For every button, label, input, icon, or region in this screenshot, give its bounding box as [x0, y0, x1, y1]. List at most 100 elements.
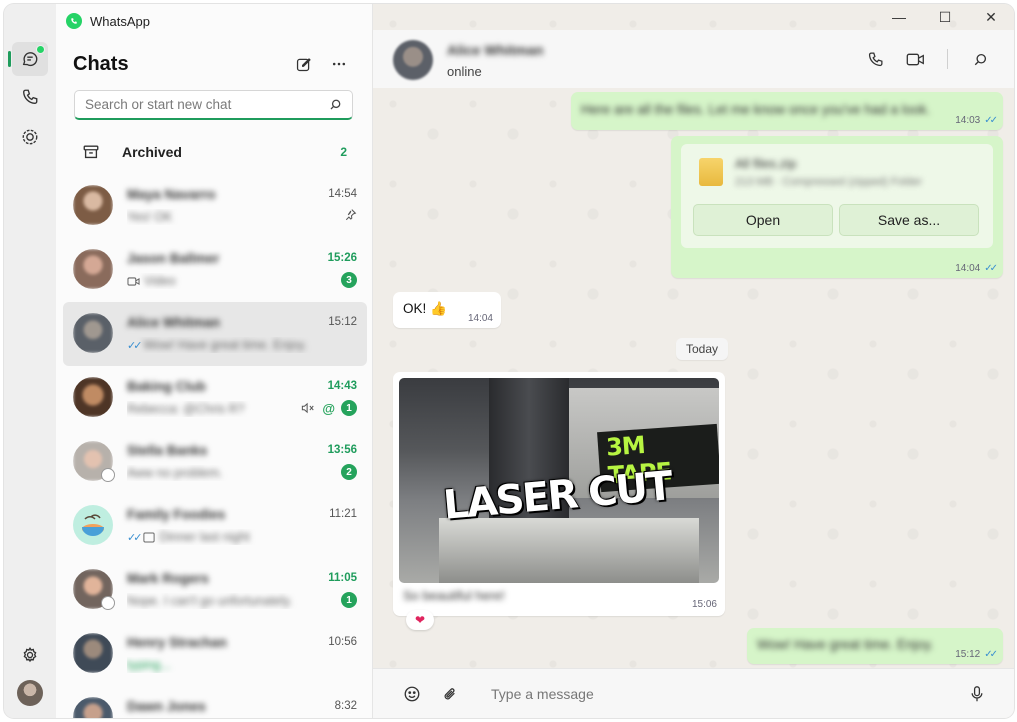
gear-icon: [23, 647, 37, 663]
video-call-button[interactable]: [899, 44, 931, 74]
chat-time: 15:12: [328, 316, 357, 328]
outgoing-file-message: All files.zip 213 MB · Compressed (zippe…: [671, 136, 1003, 278]
conversation-panel: — ☐ ✕ Alice Whitman online Here are all …: [373, 4, 1014, 718]
contact-avatar[interactable]: [393, 40, 433, 80]
chat-sidebar: WhatsApp Chats Archived 2 Maya Navarro: [56, 4, 373, 718]
chat-list-item[interactable]: Maya Navarro Yes! OK 14:54: [63, 174, 367, 238]
status-ring-icon: [101, 596, 115, 610]
chat-name: Baking Club: [127, 379, 206, 394]
avatar: [73, 313, 113, 353]
photo-attachment[interactable]: 3M TAPE LASER CUT: [399, 378, 719, 583]
rail-status-button[interactable]: [12, 120, 48, 154]
minimize-button[interactable]: —: [876, 4, 922, 30]
zip-folder-icon: [699, 158, 723, 186]
archived-row[interactable]: Archived 2: [74, 135, 357, 169]
video-camera-icon: [906, 53, 924, 65]
search-chat-button[interactable]: [964, 44, 996, 74]
avatar: [73, 505, 113, 545]
close-button[interactable]: ✕: [968, 4, 1014, 30]
outgoing-message[interactable]: Wow! Have great time. Enjoy. 15:12 ✓✓: [747, 628, 1003, 664]
unread-badge: 2: [341, 464, 357, 480]
heart-reaction[interactable]: ❤: [406, 610, 434, 630]
chat-meta: @ 1: [301, 400, 357, 416]
chat-meta: 2: [341, 464, 357, 480]
message-time: 15:06: [691, 599, 717, 610]
chat-name: Jason Ballmer: [127, 251, 220, 266]
more-options-button[interactable]: [323, 50, 355, 78]
nav-rail: [4, 4, 56, 718]
voice-call-button[interactable]: [859, 44, 891, 74]
microphone-icon: [971, 686, 983, 702]
chat-list-item[interactable]: Family Foodies ✓✓ Dinner last night 11:2…: [63, 494, 367, 558]
mention-indicator: @: [322, 400, 335, 416]
chat-list-item[interactable]: Baking Club Rebecca: @Chris R? 14:43 @ 1: [63, 366, 367, 430]
outgoing-message[interactable]: Here are all the files. Let me know once…: [571, 92, 1003, 130]
new-chat-button[interactable]: [287, 50, 319, 78]
chat-preview: typing...: [127, 657, 327, 673]
chat-preview: ✓✓ Wow! Have great time. Enjoy.: [127, 337, 327, 353]
chat-time: 13:56: [327, 444, 357, 456]
chat-time: 10:56: [328, 636, 357, 648]
chat-name: Family Foodies: [127, 507, 226, 522]
incoming-message[interactable]: OK! 👍 14:04: [393, 292, 501, 328]
photo-caption: So beautiful here!: [403, 588, 505, 603]
contact-name[interactable]: Alice Whitman: [447, 42, 543, 58]
archived-label: Archived: [122, 144, 182, 160]
chat-preview: Rebecca: @Chris R?: [127, 401, 277, 417]
message-time-text: 15:12: [955, 649, 981, 660]
whatsapp-logo-icon: [66, 13, 82, 29]
search-input[interactable]: [85, 97, 329, 112]
chat-list-item[interactable]: Jason Ballmer Video 15:26 3: [63, 238, 367, 302]
window-controls: — ☐ ✕: [876, 4, 1014, 30]
save-as-button[interactable]: Save as...: [839, 204, 979, 236]
file-card: All files.zip 213 MB · Compressed (zippe…: [681, 144, 993, 248]
file-name: All files.zip: [735, 156, 797, 171]
chat-preview-text: Yes! OK: [127, 210, 173, 224]
video-icon: [127, 276, 140, 286]
emoji-button[interactable]: [399, 681, 425, 707]
profile-avatar[interactable]: [17, 680, 43, 706]
header-actions: [859, 44, 996, 74]
chat-list-item[interactable]: Mark Rogers Nope. I can't go unfortunate…: [63, 558, 367, 622]
open-file-button[interactable]: Open: [693, 204, 833, 236]
attach-button[interactable]: [437, 681, 463, 707]
chat-preview-text: Aww no problem.: [127, 466, 223, 480]
search-icon[interactable]: [329, 98, 342, 111]
rail-calls-button[interactable]: [12, 80, 48, 114]
date-divider: Today: [676, 338, 728, 360]
chat-name: Alice Whitman: [127, 315, 221, 330]
message-text: Wow! Have great time. Enjoy.: [757, 637, 934, 652]
photo-icon: [143, 532, 156, 542]
chat-preview-text: Wow! Have great time. Enjoy.: [143, 338, 307, 352]
chat-preview: ✓✓ Dinner last night: [127, 529, 327, 545]
chat-preview: Aww no problem.: [127, 465, 327, 481]
compose-icon: [296, 57, 311, 71]
chat-name: Dawn Jones: [127, 699, 206, 714]
chat-time: 14:54: [328, 188, 357, 200]
chat-list-item[interactable]: Henry Strachan typing... 10:56: [63, 622, 367, 686]
message-time: 15:12 ✓✓: [955, 649, 998, 660]
chat-time: 14:43: [327, 380, 357, 392]
chat-list-item[interactable]: Stella Banks Aww no problem. 13:56 2: [63, 430, 367, 494]
message-time: 14:04: [467, 313, 493, 324]
message-time: 14:04 ✓✓: [955, 263, 998, 274]
phone-icon: [868, 51, 883, 66]
message-time: 14:03 ✓✓: [955, 115, 998, 126]
app-title: WhatsApp: [90, 13, 150, 29]
message-input[interactable]: [491, 681, 931, 707]
chat-preview-text: Nope. I can't go unfortunately.: [127, 594, 293, 608]
voice-message-button[interactable]: [964, 681, 990, 707]
read-ticks-icon: ✓✓: [127, 531, 143, 544]
chat-time: 11:05: [328, 572, 357, 584]
rail-chats-button[interactable]: [8, 42, 48, 76]
muted-icon: [302, 402, 314, 414]
incoming-photo-message[interactable]: 3M TAPE LASER CUT So beautiful here! 15:…: [393, 372, 725, 616]
rail-settings-button[interactable]: [12, 638, 48, 672]
status-ring-icon: [101, 468, 115, 482]
avatar: [73, 377, 113, 417]
more-dots-icon: [332, 62, 346, 66]
chat-list-item[interactable]: Dawn Jones 8:32: [63, 686, 367, 718]
chat-list-item-selected[interactable]: Alice Whitman ✓✓ Wow! Have great time. E…: [63, 302, 367, 366]
maximize-button[interactable]: ☐: [922, 4, 968, 30]
chat-preview: Yes! OK: [127, 209, 327, 225]
